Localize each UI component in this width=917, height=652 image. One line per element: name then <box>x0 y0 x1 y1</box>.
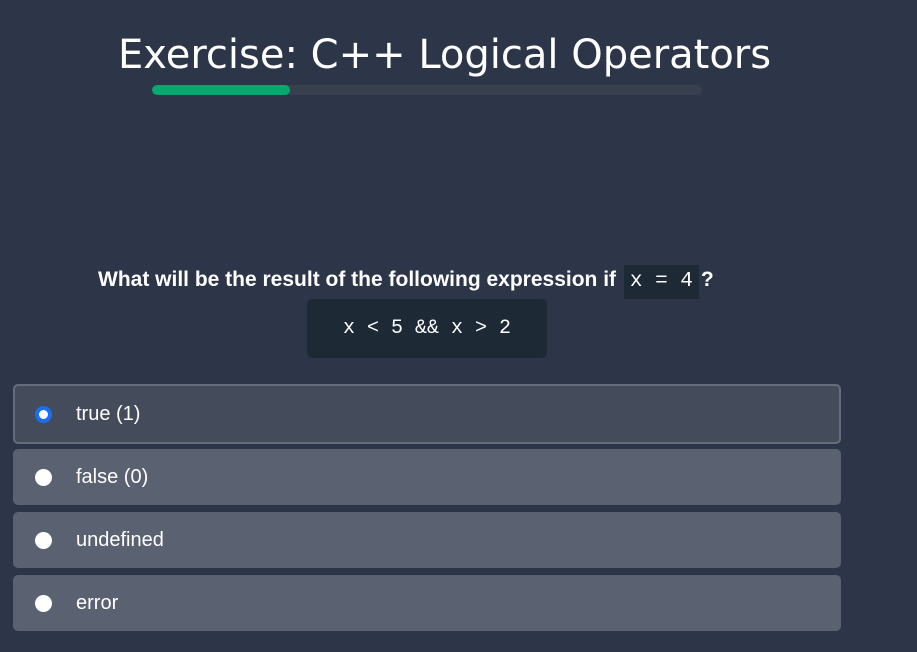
radio-button[interactable] <box>35 405 52 423</box>
radio-button[interactable] <box>35 594 52 612</box>
question-prefix: What will be the result of the following… <box>98 268 617 291</box>
answer-options: true (1) false (0) undefined error <box>13 384 841 638</box>
answer-option-true[interactable]: true (1) <box>13 384 841 444</box>
answer-option-undefined[interactable]: undefined <box>13 512 841 568</box>
answer-option-error[interactable]: error <box>13 575 841 631</box>
answer-option-label: false (0) <box>76 465 149 488</box>
radio-button[interactable] <box>35 531 52 549</box>
exercise-title: Exercise: C++ Logical Operators <box>118 32 772 78</box>
code-block: x < 5 && x > 2 <box>307 299 547 358</box>
progress-bar-fill <box>152 85 290 95</box>
question-suffix: ? <box>700 268 714 291</box>
progress-bar <box>152 85 702 95</box>
answer-option-label: true (1) <box>76 402 141 425</box>
radio-button[interactable] <box>35 468 52 486</box>
question-inline-code: x = 4 <box>623 265 699 299</box>
answer-option-label: error <box>76 591 119 614</box>
answer-option-false[interactable]: false (0) <box>13 449 841 505</box>
answer-option-label: undefined <box>76 528 164 551</box>
question-text: What will be the result of the following… <box>98 262 714 299</box>
